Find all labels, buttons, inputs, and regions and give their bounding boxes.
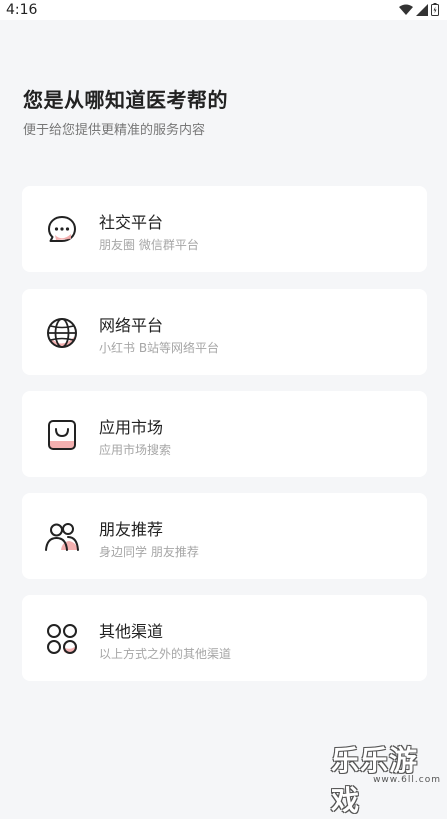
option-desc: 以上方式之外的其他渠道 xyxy=(99,647,232,661)
status-bar: 4:16 xyxy=(0,0,447,20)
watermark-url: www.6ll.com xyxy=(373,775,441,785)
watermark: 乐乐游戏 www.6ll.com xyxy=(331,739,443,817)
people-icon xyxy=(45,523,79,551)
option-desc: 朋友圈 微信群平台 xyxy=(99,238,199,252)
wifi-icon xyxy=(399,4,413,15)
option-title: 网络平台 xyxy=(99,316,164,335)
option-title: 其他渠道 xyxy=(99,622,164,641)
option-network-platform[interactable]: 网络平台 小红书 B站等网络平台 xyxy=(22,289,427,375)
option-title: 应用市场 xyxy=(99,418,164,437)
option-desc: 小红书 B站等网络平台 xyxy=(99,341,220,355)
globe-icon xyxy=(47,318,77,348)
status-time: 4:16 xyxy=(6,2,38,18)
option-other-channels[interactable]: 其他渠道 以上方式之外的其他渠道 xyxy=(22,595,427,681)
shopping-bag-icon xyxy=(48,420,76,450)
option-app-market[interactable]: 应用市场 应用市场搜索 xyxy=(22,391,427,477)
signal-icon xyxy=(416,3,428,16)
battery-icon xyxy=(431,3,439,16)
option-title: 社交平台 xyxy=(99,213,164,232)
grid-icon xyxy=(47,624,77,654)
option-desc: 身边同学 朋友推荐 xyxy=(99,545,199,559)
chat-bubble-icon xyxy=(48,216,76,242)
status-icons xyxy=(399,3,439,16)
option-friend-recommend[interactable]: 朋友推荐 身边同学 朋友推荐 xyxy=(22,493,427,579)
option-desc: 应用市场搜索 xyxy=(99,443,172,457)
page-subtitle: 便于给您提供更精准的服务内容 xyxy=(23,123,206,138)
option-social-platform[interactable]: 社交平台 朋友圈 微信群平台 xyxy=(22,186,427,272)
option-title: 朋友推荐 xyxy=(99,520,164,539)
page-title: 您是从哪知道医考帮的 xyxy=(23,88,228,112)
